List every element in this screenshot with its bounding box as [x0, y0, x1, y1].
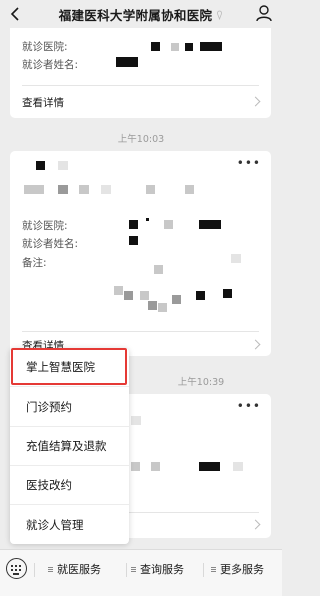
tab-medical-service[interactable]: 就医服务: [48, 561, 101, 577]
keyboard-icon[interactable]: [6, 558, 27, 579]
menu-lines-icon: [48, 566, 53, 572]
redacted-block: [124, 291, 133, 300]
highlight-box: [11, 348, 127, 385]
page-title: 福建医科大学附属协和医院: [58, 7, 213, 23]
back-chevron-icon[interactable]: [6, 4, 24, 24]
redacted-block: [164, 220, 173, 229]
redacted-block: [129, 236, 138, 245]
redacted-block: [233, 462, 243, 471]
redacted-block: [148, 301, 157, 310]
menu-item-recharge-refund[interactable]: 充值结算及退款: [10, 427, 129, 466]
chevron-right-icon: [250, 519, 261, 530]
redacted-block: [116, 57, 138, 67]
menu-item-patient-management[interactable]: 就诊人管理: [10, 505, 129, 544]
menu-item-outpatient-appointment[interactable]: 门诊预约: [10, 388, 129, 427]
redacted-block: [200, 42, 222, 51]
redacted-block: [58, 161, 68, 170]
view-details-link[interactable]: 查看详情: [22, 95, 64, 110]
menu-item-label: 医技改约: [26, 478, 72, 492]
redacted-block: [158, 303, 167, 312]
more-options-icon[interactable]: •••: [237, 400, 261, 412]
redacted-block: [140, 291, 149, 300]
redacted-block: [131, 416, 141, 425]
redacted-block: [172, 295, 181, 304]
message-card: ••• 就诊医院: 就诊者姓名: 备注: 查看详情: [10, 151, 271, 356]
redacted-block: [171, 43, 179, 51]
chevron-right-icon: [250, 96, 261, 107]
divider: [22, 85, 259, 86]
patient-name-label: 就诊者姓名:: [22, 59, 79, 71]
redacted-block: [79, 185, 89, 194]
redacted-block: [151, 42, 160, 51]
official-badge-icon: [216, 5, 223, 24]
tab-label: 查询服务: [140, 563, 184, 576]
note-label: 备注:: [22, 257, 47, 269]
hospital-label: 就诊医院:: [22, 220, 68, 232]
redacted-block: [101, 185, 111, 194]
message-card: 就诊医院: 就诊者姓名: 查看详情: [10, 28, 271, 118]
redacted-block: [131, 462, 140, 471]
redacted-block: [114, 286, 123, 295]
divider: [22, 331, 259, 332]
divider: [203, 563, 204, 577]
redacted-block: [146, 218, 149, 221]
tab-query-service[interactable]: 查询服务: [131, 561, 184, 577]
chevron-right-icon: [250, 339, 261, 350]
bottom-menu-bar: 就医服务 查询服务 更多服务: [0, 549, 282, 596]
redacted-block: [185, 43, 193, 51]
timestamp: 上午10:03: [117, 134, 165, 145]
redacted-block: [146, 185, 155, 194]
tab-label: 就医服务: [57, 563, 101, 576]
hospital-label: 就诊医院:: [22, 41, 68, 53]
more-options-icon[interactable]: •••: [237, 157, 261, 169]
menu-item-reschedule-exam[interactable]: 医技改约: [10, 466, 129, 505]
menu-item-label: 就诊人管理: [26, 517, 84, 532]
redacted-block: [199, 220, 221, 229]
tab-more-service[interactable]: 更多服务: [211, 561, 264, 577]
redacted-block: [185, 185, 194, 194]
redacted-block: [151, 462, 160, 471]
menu-lines-icon: [211, 566, 216, 572]
menu-lines-icon: [131, 566, 136, 572]
redacted-block: [199, 462, 220, 471]
menu-item-label: 充值结算及退款: [26, 439, 107, 453]
divider: [34, 563, 35, 577]
redacted-block: [196, 291, 205, 300]
divider: [126, 563, 127, 577]
tab-label: 更多服务: [220, 563, 264, 576]
redacted-block: [154, 265, 163, 274]
redacted-block: [231, 254, 241, 263]
redacted-block: [36, 161, 45, 170]
top-bar: 福建医科大学附属协和医院: [0, 0, 282, 28]
patient-name-label: 就诊者姓名:: [22, 238, 79, 250]
profile-icon[interactable]: [256, 4, 274, 24]
redacted-block: [24, 185, 44, 194]
redacted-block: [58, 185, 68, 194]
menu-item-label: 门诊预约: [26, 400, 72, 414]
redacted-block: [129, 220, 138, 229]
redacted-block: [223, 289, 232, 298]
